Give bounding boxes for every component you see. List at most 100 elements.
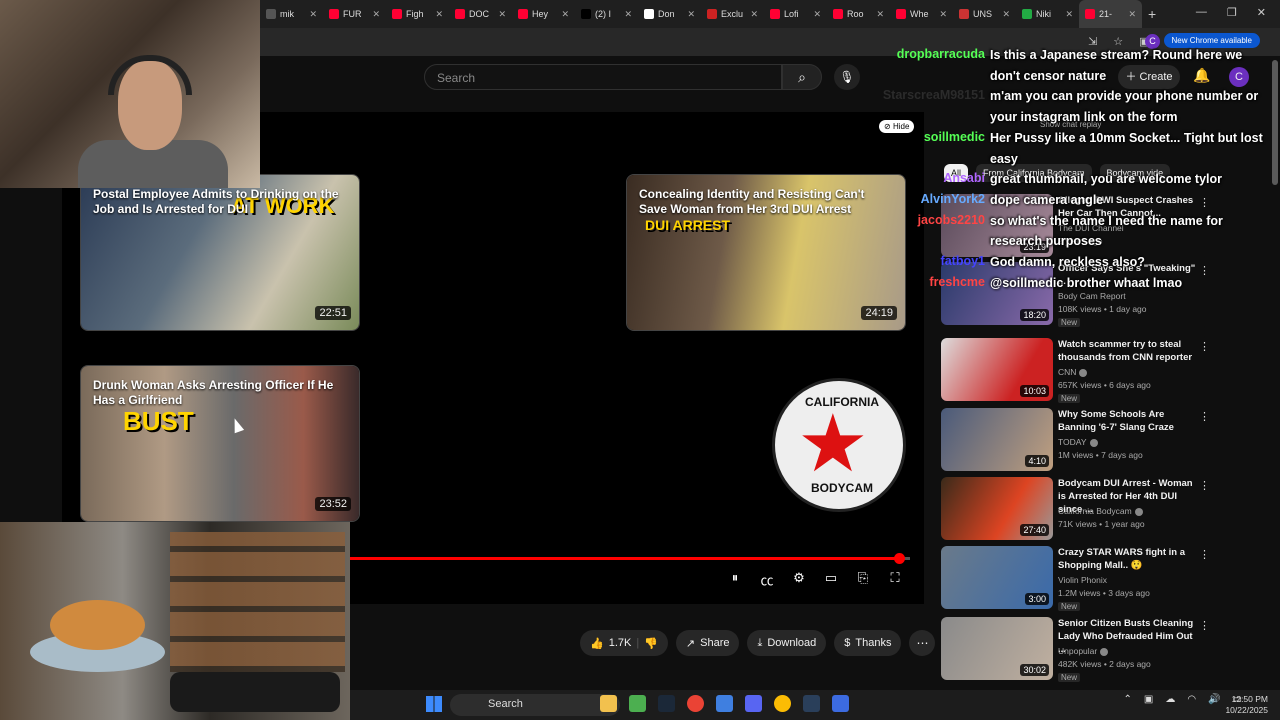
tab-close-icon[interactable]: ✕ <box>435 9 443 20</box>
thumbs-down-icon[interactable]: 👎 <box>644 637 658 650</box>
new-chrome-available-button[interactable]: New Chrome available <box>1163 33 1260 48</box>
new-tab-button[interactable]: + <box>1148 6 1156 22</box>
video-title[interactable]: Why Some Schools Are Banning '6-7' Slang… <box>1058 408 1200 434</box>
browser-tab[interactable]: FUR ✕ <box>323 0 386 28</box>
browser-tab[interactable]: Lofi ✕ <box>764 0 827 28</box>
search-input[interactable]: Search <box>424 64 782 90</box>
browser-tab[interactable]: Niki ✕ <box>1016 0 1079 28</box>
restore-icon[interactable]: ❐ <box>1227 6 1237 19</box>
channel-name[interactable]: CNN <box>1058 367 1088 377</box>
video-title[interactable]: Alleged DWI Suspect Crashes Her Car Then… <box>1058 194 1200 220</box>
app-blue-icon[interactable] <box>716 695 733 712</box>
more-options-icon[interactable]: ⋮ <box>1199 479 1210 492</box>
more-options-icon[interactable]: ⋮ <box>1199 410 1210 423</box>
browser-tab[interactable]: 21- ✕ <box>1079 0 1142 28</box>
recommended-video[interactable]: 27:40 Bodycam DUI Arrest - Woman is Arres… <box>941 477 1271 541</box>
video-thumbnail[interactable]: 4:10 <box>941 408 1053 471</box>
tab-close-icon[interactable]: ✕ <box>309 9 317 20</box>
browser-tab[interactable]: Figh ✕ <box>386 0 449 28</box>
miniplayer-icon[interactable]: ▭ <box>822 570 840 589</box>
channel-name[interactable]: California Bodycam <box>1058 506 1143 516</box>
progress-bar[interactable] <box>350 553 910 564</box>
endscreen-video-card-1[interactable]: AT WORK Postal Employee Admits to Drinki… <box>80 174 360 331</box>
filter-chip[interactable]: All <box>944 164 969 182</box>
recommended-video[interactable]: 3:00 Crazy STAR WARS fight in a Shopping … <box>941 546 1271 611</box>
close-window-icon[interactable]: ✕ <box>1257 6 1266 19</box>
chevron-up-icon[interactable]: ⌃ <box>1124 694 1132 705</box>
tab-close-icon[interactable]: ✕ <box>750 9 758 20</box>
browser-tab[interactable]: Roo ✕ <box>827 0 890 28</box>
filter-chip[interactable]: From California Bodycam <box>976 164 1092 182</box>
voice-search-button[interactable]: 🎙 <box>834 64 860 90</box>
tab-close-icon[interactable]: ✕ <box>498 9 506 20</box>
endscreen-video-card-3[interactable]: BUST Drunk Woman Asks Arresting Officer … <box>80 365 360 522</box>
tray-app-icon[interactable]: ▣ <box>1144 694 1153 705</box>
video-thumbnail[interactable]: 18:20 <box>941 262 1053 325</box>
install-icon[interactable]: ⇲ <box>1088 35 1097 48</box>
video-thumbnail[interactable]: 3:00 <box>941 546 1053 609</box>
recommended-video[interactable]: 18:20 Officer Says She's "Tweaking" ... Bo… <box>941 262 1271 327</box>
like-button[interactable]: 👍 1.7K | 👎 <box>580 630 668 656</box>
download-button[interactable]: ⤓ Download <box>747 630 827 656</box>
scrubber-handle[interactable] <box>893 553 905 564</box>
browser-tab[interactable]: (2) I ✕ <box>575 0 638 28</box>
more-actions-button[interactable]: ⋯ <box>909 630 936 656</box>
cloud-icon[interactable]: ☁ <box>1165 694 1175 705</box>
channel-name[interactable]: TODAY <box>1058 437 1098 447</box>
taskbar-search[interactable]: Search <box>450 694 620 716</box>
tab-close-icon[interactable]: ✕ <box>372 9 380 20</box>
fullscreen-icon[interactable]: ⛶ <box>886 570 904 589</box>
cast-icon[interactable]: ⎘ <box>854 570 872 589</box>
channel-watermark-logo[interactable]: ★ CALIFORNIA BODYCAM <box>772 378 906 512</box>
more-options-icon[interactable]: ⋮ <box>1199 196 1210 209</box>
video-thumbnail[interactable]: 23:19 <box>941 194 1053 257</box>
filter-chip[interactable]: Bodycam vide <box>1099 164 1171 182</box>
sidebar-scrollbar[interactable] <box>1272 60 1278 185</box>
more-options-icon[interactable]: ⋮ <box>1199 619 1210 632</box>
endscreen-video-card-2[interactable]: DUI ARREST Concealing Identity and Resis… <box>626 174 906 331</box>
share-button[interactable]: ↗ Share <box>675 630 740 656</box>
tab-close-icon[interactable]: ✕ <box>624 9 632 20</box>
browser-tab[interactable]: Hey ✕ <box>512 0 575 28</box>
system-clock[interactable]: 12:50 PM 10/22/2025 <box>1225 694 1268 716</box>
hide-chat-button[interactable]: ⊘ Hide <box>879 120 915 133</box>
channel-name[interactable]: The DUI Channel <box>1058 223 1124 233</box>
search-button[interactable]: ⌕ <box>782 64 822 90</box>
browser-tab[interactable]: DOC ✕ <box>449 0 512 28</box>
video-title[interactable]: Officer Says She's "Tweaking" ... <box>1058 262 1200 288</box>
file-explorer-icon[interactable] <box>600 695 617 712</box>
browser-profile-avatar[interactable]: C <box>1145 34 1160 49</box>
tab-close-icon[interactable]: ✕ <box>1128 9 1136 20</box>
browser-tab[interactable]: Exclu ✕ <box>701 0 764 28</box>
create-button[interactable]: ＋ Create <box>1118 65 1180 89</box>
tab-close-icon[interactable]: ✕ <box>876 9 884 20</box>
notifications-bell-icon[interactable]: 🔔 <box>1193 67 1210 84</box>
tab-close-icon[interactable]: ✕ <box>813 9 821 20</box>
chrome-active-icon[interactable] <box>774 695 791 712</box>
recommended-video[interactable]: 30:02 Senior Citizen Busts Cleaning Lady … <box>941 617 1271 682</box>
minimize-icon[interactable]: — <box>1196 6 1207 19</box>
tab-close-icon[interactable]: ✕ <box>939 9 947 20</box>
steam-icon[interactable] <box>658 695 675 712</box>
more-options-icon[interactable]: ⋮ <box>1199 340 1210 353</box>
more-options-icon[interactable]: ⋮ <box>1199 264 1210 277</box>
bookmark-star-icon[interactable]: ☆ <box>1113 35 1123 48</box>
autoplay-toggle-icon[interactable]: ⏸ <box>726 570 744 589</box>
browser-tab[interactable]: mik ✕ <box>260 0 323 28</box>
tab-close-icon[interactable]: ✕ <box>687 9 695 20</box>
channel-name[interactable]: Unpopular <box>1058 646 1109 656</box>
channel-name[interactable]: Violin Phonix <box>1058 575 1107 585</box>
windows-start-icon[interactable] <box>426 696 442 712</box>
discord-icon[interactable] <box>745 695 762 712</box>
video-thumbnail[interactable]: 10:03 <box>941 338 1053 401</box>
channel-name[interactable]: Body Cam Report <box>1058 291 1126 301</box>
recommended-video[interactable]: 10:03 Watch scammer try to steal thousand… <box>941 338 1271 403</box>
video-title[interactable]: Crazy STAR WARS fight in a Shopping Mall… <box>1058 546 1200 572</box>
app-notify-icon[interactable] <box>832 695 849 712</box>
captions-icon[interactable]: ㏄ <box>758 570 776 589</box>
chrome-icon[interactable] <box>687 695 704 712</box>
more-options-icon[interactable]: ⋮ <box>1199 548 1210 561</box>
wifi-icon[interactable]: ◠ <box>1187 694 1196 705</box>
browser-tab[interactable]: Don ✕ <box>638 0 701 28</box>
video-title[interactable]: Watch scammer try to steal thousands fro… <box>1058 338 1200 364</box>
